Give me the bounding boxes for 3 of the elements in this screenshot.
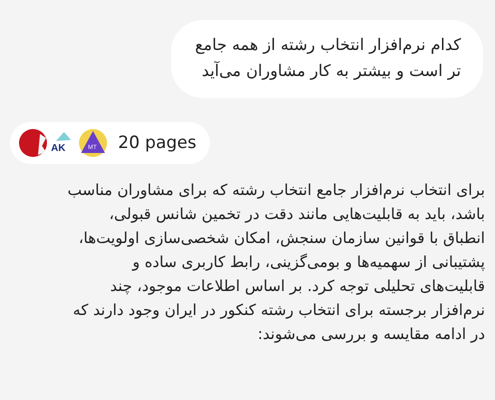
answer-text: برای انتخاب نرم‌افزار جامع انتخاب رشته که برای مشاوران مناسب باشد، باید به قابلیت‌هایی مانند دقت در تخمین شانس قبولی، انطباق با قوانین سازمان سنجش، امکان شخصی‌سازی اولویت‌ها، پشتیبانی از سهمیه‌ها و بومی‌گزینی، رابط کاربری ساده و قابلیت‌های تحلیلی توجه کرد. بر اساس اطلاعات موجود، چند نرم‌افزار برجسته برای انتخاب رشته کنکور در ایران وجود دارند که در ادامه مقایسه و بررسی می‌شوند: (66, 180, 485, 345)
question-bubble: کدام نرم‌افزار انتخاب رشته از همه جامع تر است و بیشتر به کار مشاوران می‌آید (171, 20, 483, 98)
page-count: 20 pages (118, 133, 196, 153)
